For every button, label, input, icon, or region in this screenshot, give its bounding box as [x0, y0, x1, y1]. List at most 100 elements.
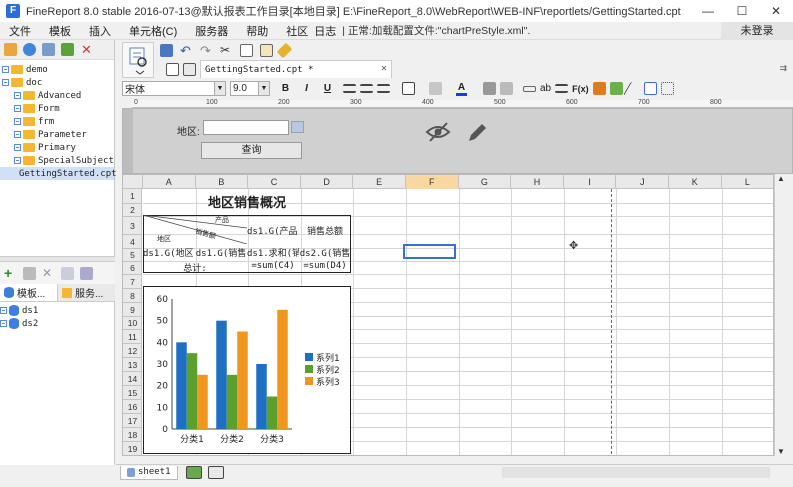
column-header[interactable]: C — [248, 175, 301, 189]
tree-item[interactable]: SpecialSubject — [0, 154, 114, 167]
tab-menu-icon[interactable]: ⇉ — [779, 63, 787, 74]
cell-a5-b5[interactable]: 总计: — [143, 261, 247, 274]
font-family-select[interactable]: 宋体 ▼ — [122, 81, 226, 96]
expand-icon[interactable] — [2, 79, 9, 86]
dataset-item[interactable]: ds2 — [0, 317, 115, 330]
export-icon[interactable] — [61, 43, 74, 56]
column-header[interactable]: A — [143, 175, 196, 189]
datasource-icon[interactable] — [80, 266, 93, 280]
merge-cells-icon[interactable] — [483, 82, 496, 95]
tree-item[interactable]: doc — [0, 76, 114, 89]
preview-button[interactable] — [122, 42, 154, 78]
row-header[interactable]: 10 — [123, 317, 142, 330]
report-title-cell[interactable]: 地区销售概况 — [143, 192, 351, 211]
row-header[interactable]: 5 — [123, 249, 142, 262]
column-header[interactable]: K — [669, 175, 722, 189]
param-dropdown-icon[interactable] — [291, 121, 304, 133]
grid-cells[interactable]: 地区销售概况 产品 销售额 地区 ds1.G(产品) 销售总额 ds1.G(地区… — [143, 189, 773, 455]
undo-icon[interactable]: ↶ — [180, 44, 193, 57]
cell-d3[interactable]: 销售总额 — [299, 224, 351, 237]
underline-button[interactable]: U — [322, 83, 333, 94]
row-header[interactable]: 2 — [123, 204, 142, 217]
edit-icon[interactable] — [23, 266, 36, 280]
open-folder-icon[interactable] — [4, 43, 17, 56]
column-header[interactable]: F — [406, 175, 459, 189]
hide-eye-icon[interactable] — [425, 121, 451, 143]
select-all-corner[interactable] — [123, 175, 143, 189]
align-right-icon[interactable] — [377, 84, 390, 93]
document-tab[interactable]: GettingStarted.cpt * ✕ — [200, 60, 392, 78]
menu-file[interactable]: 文件 — [0, 23, 40, 39]
row-header[interactable]: 19 — [123, 442, 142, 455]
scroll-down-icon[interactable]: ▼ — [775, 447, 787, 456]
text-field-icon[interactable] — [523, 85, 536, 92]
column-header[interactable]: G — [459, 175, 512, 189]
column-header[interactable]: H — [511, 175, 564, 189]
tree-item[interactable]: Primary — [0, 141, 114, 154]
cell-d5[interactable]: =sum(D4) — [299, 261, 351, 271]
row-header[interactable]: 1 — [123, 189, 142, 204]
font-size-select[interactable]: 9.0 ▼ — [230, 81, 270, 96]
preview-icon[interactable] — [61, 266, 74, 280]
query-button[interactable]: 查询 — [201, 142, 302, 159]
row-header[interactable]: 11 — [123, 330, 142, 344]
sheet-tab[interactable]: sheet1 — [120, 465, 178, 480]
menu-cell[interactable]: 单元格(C) — [120, 23, 186, 39]
format-painter-icon[interactable] — [276, 42, 293, 58]
insert-image-icon[interactable] — [609, 82, 623, 95]
maximize-button[interactable]: ☐ — [725, 0, 759, 22]
row-header[interactable]: 13 — [123, 358, 142, 372]
expand-icon[interactable] — [14, 92, 21, 99]
scroll-up-icon[interactable]: ▲ — [775, 174, 787, 183]
close-window-button[interactable]: ✕ — [759, 0, 793, 22]
new-report-icon[interactable] — [166, 62, 179, 76]
cut-icon[interactable]: ✂ — [220, 43, 233, 57]
tree-item[interactable]: Form — [0, 102, 114, 115]
row-header[interactable]: 14 — [123, 372, 142, 386]
delete-icon[interactable]: ✕ — [80, 43, 93, 56]
row-header[interactable]: 8 — [123, 289, 142, 303]
row-header[interactable]: 18 — [123, 428, 142, 442]
edit-pencil-icon[interactable] — [465, 121, 489, 145]
cell-c5[interactable]: =sum(C4) — [247, 261, 299, 271]
column-header[interactable]: B — [196, 175, 249, 189]
expand-icon[interactable] — [14, 157, 21, 164]
bold-button[interactable]: B — [280, 83, 291, 94]
save-icon[interactable] — [160, 43, 173, 57]
column-header[interactable]: I — [564, 175, 617, 189]
row-header[interactable]: 9 — [123, 303, 142, 317]
sub-report-icon[interactable] — [643, 82, 657, 95]
cell-b4[interactable]: ds1.G(销售 — [195, 246, 247, 259]
tab-template-dataset[interactable]: 模板... — [0, 284, 58, 301]
tree-item[interactable]: Parameter — [0, 128, 114, 141]
expand-icon[interactable] — [14, 118, 21, 125]
vertical-scrollbar[interactable]: ▲ ▼ — [774, 174, 787, 456]
region-param-input[interactable] — [203, 120, 289, 135]
expand-icon[interactable] — [14, 144, 21, 151]
login-button[interactable]: 未登录 — [721, 22, 793, 40]
cell-d4[interactable]: ds2.G(销售 — [299, 246, 351, 259]
row-header[interactable]: 17 — [123, 414, 142, 428]
cell-a4[interactable]: ds1.G(地区) — [143, 246, 195, 259]
remove-icon[interactable]: ✕ — [42, 266, 55, 280]
menu-help[interactable]: 帮助 — [237, 23, 277, 39]
column-header[interactable]: L — [722, 175, 773, 189]
tree-item[interactable]: demo — [0, 63, 114, 76]
column-header[interactable]: E — [353, 175, 406, 189]
redo-icon[interactable]: ↷ — [200, 44, 213, 57]
add-icon[interactable]: + — [4, 266, 17, 280]
add-form-sheet-icon[interactable] — [207, 466, 224, 479]
row-header[interactable]: 16 — [123, 400, 142, 414]
menu-community[interactable]: 社区 — [277, 23, 312, 39]
template-icon[interactable] — [42, 43, 55, 56]
align-left-icon[interactable] — [343, 84, 356, 93]
unmerge-cells-icon[interactable] — [500, 82, 513, 95]
cell-c3[interactable]: ds1.G(产品) — [247, 224, 299, 237]
grid-icon[interactable] — [183, 62, 196, 76]
insert-chart-icon[interactable] — [592, 82, 606, 95]
add-sheet-icon[interactable] — [185, 466, 202, 479]
selected-cell-f4[interactable] — [403, 244, 456, 259]
column-header[interactable]: D — [301, 175, 354, 189]
chart-cell[interactable]: 0 10 20 30 40 50 60 分类1 分类2 分类3 系列1 系列2 系列3 — [143, 286, 351, 454]
border-icon[interactable] — [402, 82, 415, 95]
